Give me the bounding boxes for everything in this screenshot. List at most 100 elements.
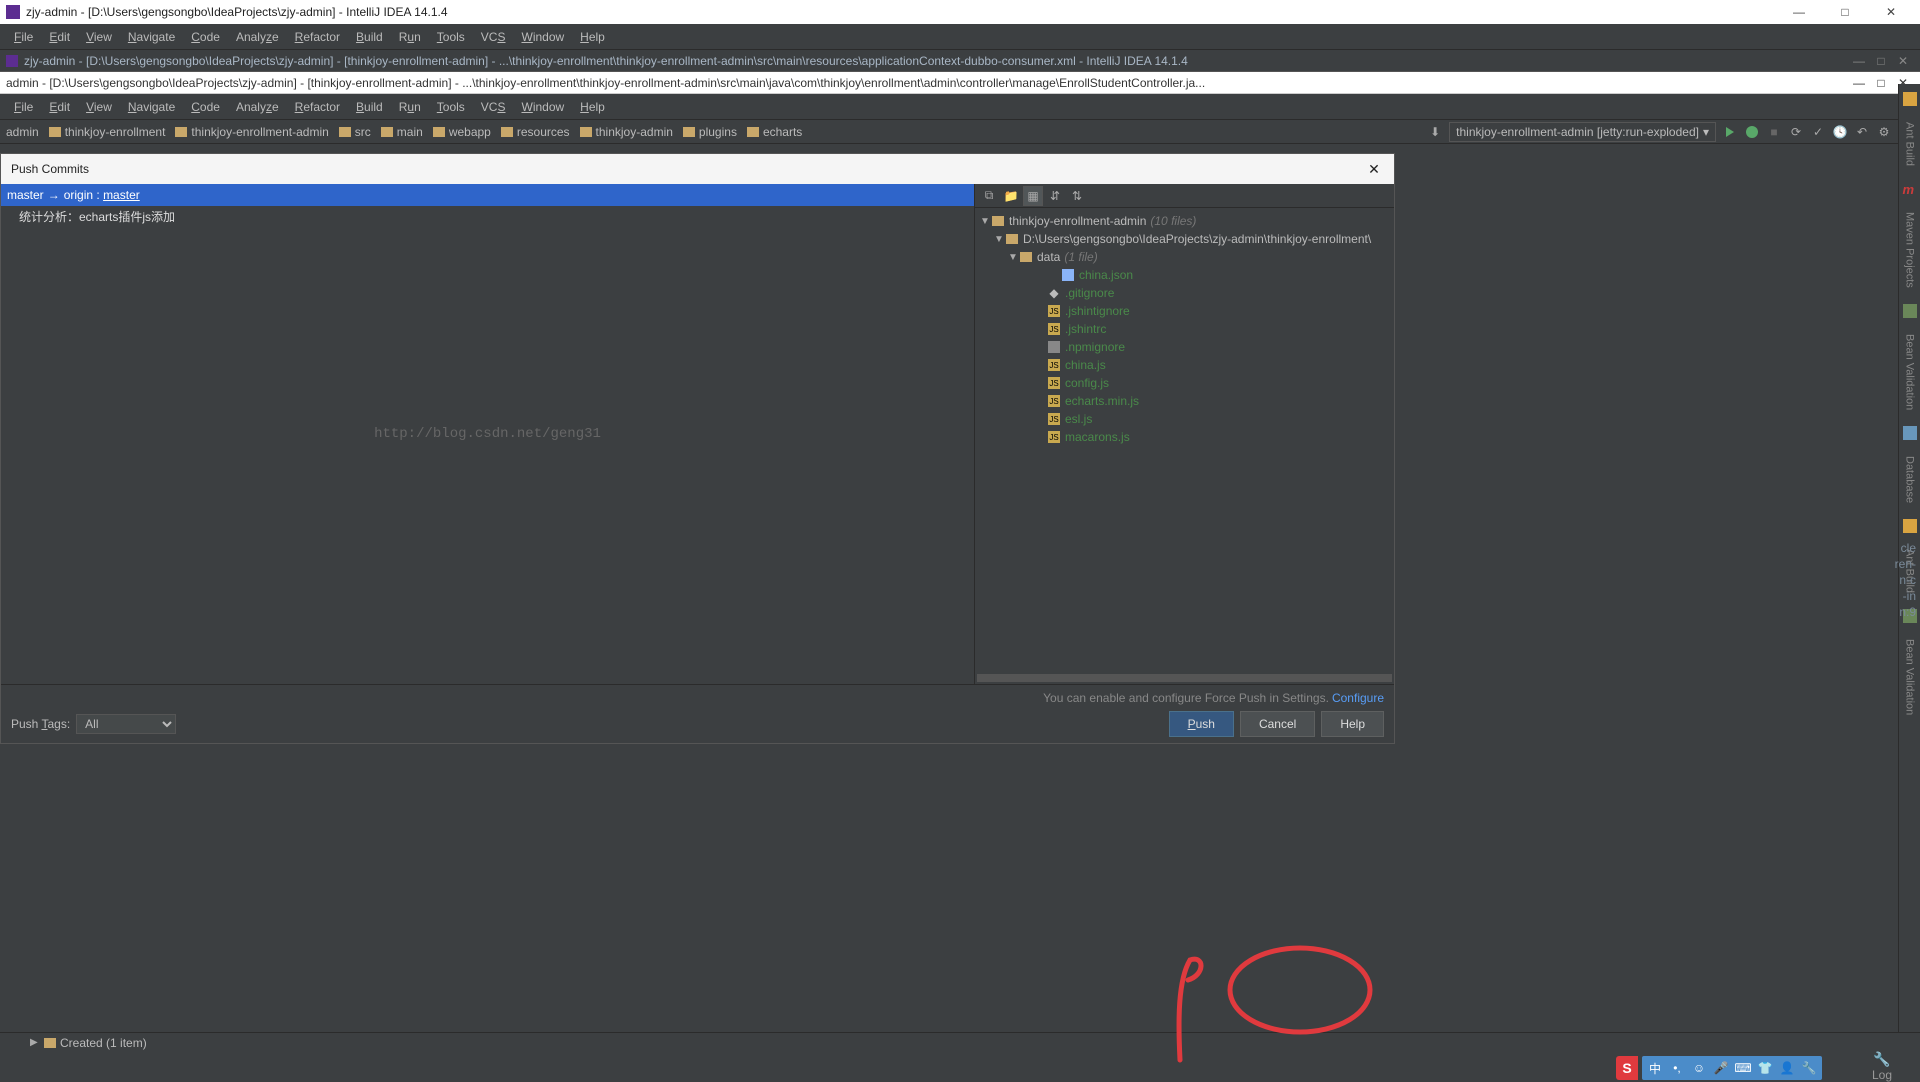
menu-edit[interactable]: Edit bbox=[41, 100, 78, 114]
menu-code[interactable]: Code bbox=[183, 30, 228, 44]
menu-file[interactable]: File bbox=[6, 30, 41, 44]
expand-icon[interactable]: ▶ bbox=[30, 1037, 40, 1048]
bean-validation-icon[interactable] bbox=[1903, 304, 1917, 318]
menu-run[interactable]: Run bbox=[391, 30, 429, 44]
sidebar-bean-validation[interactable]: Bean Validation bbox=[1904, 334, 1916, 410]
vcs-update-icon[interactable]: ⟳ bbox=[1788, 124, 1804, 140]
crumb-admin[interactable]: admin bbox=[6, 125, 39, 139]
collapse-all-icon[interactable]: ⇅ bbox=[1067, 186, 1087, 206]
commit-message[interactable]: 统计分析：echarts插件js添加 bbox=[1, 206, 974, 227]
help-button[interactable]: Help bbox=[1321, 711, 1384, 737]
tab-minimize-icon[interactable]: ― bbox=[1848, 54, 1870, 68]
branch-row[interactable]: master → origin : master bbox=[1, 184, 974, 206]
sidebar-database[interactable]: Database bbox=[1904, 456, 1916, 503]
menu-build[interactable]: Build bbox=[348, 30, 391, 44]
vcs-revert-icon[interactable]: ↶ bbox=[1854, 124, 1870, 140]
dialog-close-button[interactable]: ✕ bbox=[1364, 161, 1384, 178]
ant-icon-2[interactable] bbox=[1903, 519, 1917, 533]
menu-vcs[interactable]: VCS bbox=[473, 100, 514, 114]
tab-close-icon[interactable]: ✕ bbox=[1892, 54, 1914, 68]
settings-icon[interactable]: ⚙ bbox=[1876, 124, 1892, 140]
menu-code[interactable]: Code bbox=[183, 100, 228, 114]
stop-button[interactable]: ■ bbox=[1766, 124, 1782, 140]
menu-help[interactable]: Help bbox=[572, 30, 613, 44]
tree-row[interactable]: ▼thinkjoy-enrollment-admin(10 files) bbox=[975, 212, 1394, 230]
crumb-webapp[interactable]: webapp bbox=[433, 125, 491, 139]
close-button[interactable]: ✕ bbox=[1868, 0, 1914, 24]
menu-build[interactable]: Build bbox=[348, 100, 391, 114]
crumb-src[interactable]: src bbox=[339, 125, 371, 139]
minimize-button[interactable]: ― bbox=[1776, 0, 1822, 24]
ime-lang-icon[interactable]: 中 bbox=[1646, 1059, 1664, 1077]
crumb-echarts[interactable]: echarts bbox=[747, 125, 802, 139]
crumb-thinkjoy-enrollment[interactable]: thinkjoy-enrollment bbox=[49, 125, 166, 139]
menu-help[interactable]: Help bbox=[572, 100, 613, 114]
ime-user-icon[interactable]: 👤 bbox=[1778, 1059, 1796, 1077]
maximize-button[interactable]: □ bbox=[1822, 0, 1868, 24]
twisty-icon[interactable]: ▼ bbox=[979, 216, 991, 227]
debug-button[interactable] bbox=[1744, 124, 1760, 140]
vcs-history-icon[interactable]: 🕓 bbox=[1832, 124, 1848, 140]
event-log-button[interactable]: 🔧 Log bbox=[1872, 1052, 1892, 1080]
menu-edit[interactable]: Edit bbox=[41, 30, 78, 44]
tree-row[interactable]: JS.jshintrc bbox=[975, 320, 1394, 338]
menu-analyze[interactable]: Analyze bbox=[228, 30, 287, 44]
crumb-plugins[interactable]: plugins bbox=[683, 125, 737, 139]
tree-row[interactable]: JSesl.js bbox=[975, 410, 1394, 428]
menu-analyze[interactable]: Analyze bbox=[228, 100, 287, 114]
sidebar-bean-validation-2[interactable]: Bean Validation bbox=[1904, 639, 1916, 715]
ant-icon[interactable] bbox=[1903, 92, 1917, 106]
make-project-icon[interactable]: ⬇ bbox=[1427, 124, 1443, 140]
ime-emoji-icon[interactable]: ☺ bbox=[1690, 1059, 1708, 1077]
file-tree[interactable]: ▼thinkjoy-enrollment-admin(10 files)▼D:\… bbox=[975, 208, 1394, 674]
database-icon[interactable] bbox=[1903, 426, 1917, 440]
menu-tools[interactable]: Tools bbox=[429, 100, 473, 114]
show-diff-icon[interactable]: ⧉ bbox=[979, 186, 999, 206]
menu-file[interactable]: File bbox=[6, 100, 41, 114]
push-button[interactable]: Push bbox=[1169, 711, 1234, 737]
menu-window[interactable]: Window bbox=[513, 100, 572, 114]
sidebar-maven[interactable]: Maven Projects bbox=[1904, 212, 1916, 288]
ime-keyboard-icon[interactable]: ⌨ bbox=[1734, 1059, 1752, 1077]
tree-row[interactable]: JSconfig.js bbox=[975, 374, 1394, 392]
menu-refactor[interactable]: Refactor bbox=[287, 100, 348, 114]
ime-punct-icon[interactable]: •, bbox=[1668, 1059, 1686, 1077]
menu-vcs[interactable]: VCS bbox=[473, 30, 514, 44]
tree-row[interactable]: china.json bbox=[975, 266, 1394, 284]
tree-row[interactable]: ◆.gitignore bbox=[975, 284, 1394, 302]
tree-row[interactable]: ▼data(1 file) bbox=[975, 248, 1394, 266]
ime-settings-icon[interactable]: 🔧 bbox=[1800, 1059, 1818, 1077]
inner-minimize-button[interactable]: ― bbox=[1848, 76, 1870, 90]
cancel-button[interactable]: Cancel bbox=[1240, 711, 1315, 737]
menu-window[interactable]: Window bbox=[513, 30, 572, 44]
configure-link[interactable]: Configure bbox=[1332, 691, 1384, 705]
maven-icon[interactable]: m bbox=[1903, 182, 1917, 196]
crumb-resources[interactable]: resources bbox=[501, 125, 570, 139]
tree-row[interactable]: JSchina.js bbox=[975, 356, 1394, 374]
inner-maximize-button[interactable]: □ bbox=[1870, 76, 1892, 90]
group-by-directory-icon[interactable]: 📁 bbox=[1001, 186, 1021, 206]
sidebar-ant-build[interactable]: Ant Build bbox=[1904, 122, 1916, 166]
tree-row[interactable]: ▼D:\Users\gengsongbo\IdeaProjects\zjy-ad… bbox=[975, 230, 1394, 248]
tree-row[interactable]: .npmignore bbox=[975, 338, 1394, 356]
twisty-icon[interactable]: ▼ bbox=[993, 234, 1005, 245]
crumb-thinkjoy-admin[interactable]: thinkjoy-admin bbox=[580, 125, 673, 139]
remote-branch-link[interactable]: master bbox=[103, 188, 140, 202]
run-configuration-selector[interactable]: thinkjoy-enrollment-admin [jetty:run-exp… bbox=[1449, 122, 1716, 142]
push-tags-select[interactable]: All bbox=[76, 714, 176, 734]
twisty-icon[interactable]: ▼ bbox=[1007, 252, 1019, 263]
crumb-main[interactable]: main bbox=[381, 125, 423, 139]
tree-row[interactable]: JS.jshintignore bbox=[975, 302, 1394, 320]
menu-view[interactable]: View bbox=[78, 100, 120, 114]
menu-view[interactable]: View bbox=[78, 30, 120, 44]
tree-row[interactable]: JSecharts.min.js bbox=[975, 392, 1394, 410]
outer-file-tab[interactable]: zjy-admin - [D:\Users\gengsongbo\IdeaPro… bbox=[0, 50, 1920, 72]
tree-row[interactable]: JSmacarons.js bbox=[975, 428, 1394, 446]
menu-refactor[interactable]: Refactor bbox=[287, 30, 348, 44]
menu-tools[interactable]: Tools bbox=[429, 30, 473, 44]
ime-voice-icon[interactable]: 🎤 bbox=[1712, 1059, 1730, 1077]
menu-run[interactable]: Run bbox=[391, 100, 429, 114]
menu-navigate[interactable]: Navigate bbox=[120, 100, 183, 114]
vcs-commit-icon[interactable]: ✓ bbox=[1810, 124, 1826, 140]
changes-summary-bar[interactable]: ▶ Created (1 item) bbox=[0, 1032, 1920, 1052]
